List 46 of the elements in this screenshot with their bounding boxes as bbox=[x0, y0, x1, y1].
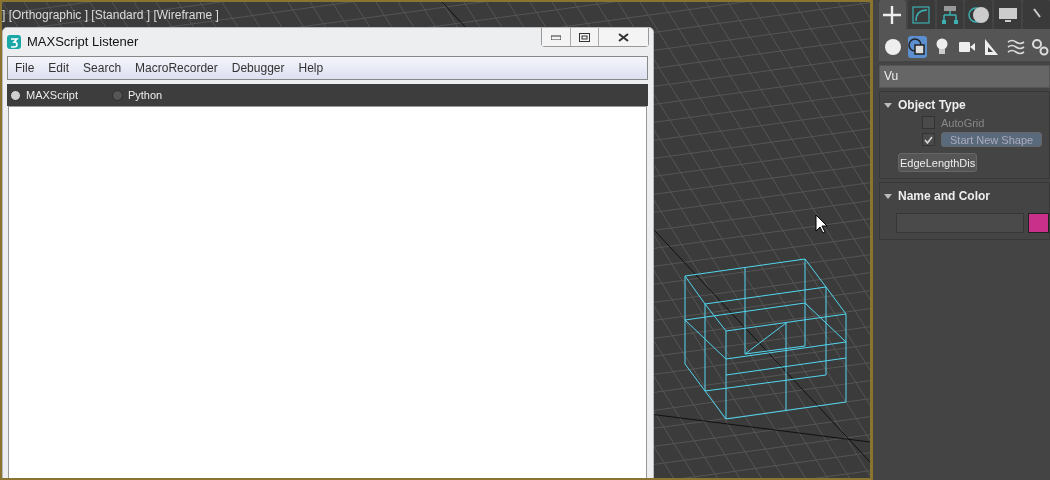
panel-tab[interactable] bbox=[965, 0, 993, 29]
close-button[interactable] bbox=[598, 28, 648, 46]
light-bulb-icon bbox=[934, 38, 949, 56]
menu-item[interactable]: Search bbox=[76, 61, 129, 75]
window-title: MAXScript Listener bbox=[27, 34, 140, 49]
rollout-title[interactable]: Object Type bbox=[898, 98, 966, 112]
menu-item[interactable]: Debugger bbox=[224, 61, 292, 75]
viewport-label[interactable]: ] [Orthographic ] [Standard ] [Wireframe ] bbox=[2, 8, 219, 22]
panel-tab[interactable] bbox=[907, 0, 935, 29]
color-swatch[interactable] bbox=[1027, 213, 1049, 233]
panel-tab[interactable] bbox=[994, 0, 1022, 29]
minimize-icon bbox=[551, 34, 561, 40]
ruler-triangle-icon bbox=[983, 38, 1000, 56]
name-field[interactable]: Vu bbox=[879, 65, 1050, 88]
checkbox-label: AutoGrid bbox=[941, 116, 985, 129]
plus-icon bbox=[881, 3, 904, 26]
panel-tab[interactable] bbox=[879, 0, 906, 29]
shape-button[interactable]: EdgeLengthDis bbox=[898, 153, 978, 172]
category-button[interactable] bbox=[1030, 36, 1050, 58]
menu-item[interactable]: MacroRecorder bbox=[128, 61, 225, 75]
shapes-icon bbox=[908, 38, 927, 56]
menu-item[interactable]: Edit bbox=[41, 61, 77, 75]
language-radio[interactable]: MAXScript bbox=[10, 89, 78, 101]
camera-icon bbox=[957, 40, 976, 54]
sphere-icon bbox=[883, 38, 902, 56]
language-radio[interactable]: Python bbox=[111, 89, 163, 101]
menu-item[interactable]: Help bbox=[291, 61, 331, 75]
close-icon bbox=[618, 32, 629, 42]
cursor-arrow-icon bbox=[815, 214, 828, 234]
category-button[interactable] bbox=[907, 36, 928, 58]
gears-icon bbox=[1031, 38, 1050, 56]
motion-circles-icon bbox=[967, 4, 990, 25]
restore-icon bbox=[579, 32, 590, 42]
hierarchy-icon bbox=[940, 4, 961, 25]
waves-icon bbox=[1006, 39, 1025, 55]
maximize-button[interactable] bbox=[570, 28, 598, 46]
category-button[interactable] bbox=[883, 36, 903, 58]
collapse-triangle-icon[interactable] bbox=[884, 193, 892, 199]
collapse-triangle-icon[interactable] bbox=[884, 102, 892, 108]
panel-tab[interactable] bbox=[1023, 0, 1050, 29]
curve-frame-icon bbox=[911, 4, 932, 25]
menu-item[interactable]: File bbox=[8, 61, 42, 75]
checkbox[interactable] bbox=[922, 133, 935, 146]
rollout-title[interactable]: Name and Color bbox=[898, 189, 990, 203]
panel-tab[interactable] bbox=[936, 0, 964, 29]
app-logo-icon bbox=[7, 34, 21, 49]
